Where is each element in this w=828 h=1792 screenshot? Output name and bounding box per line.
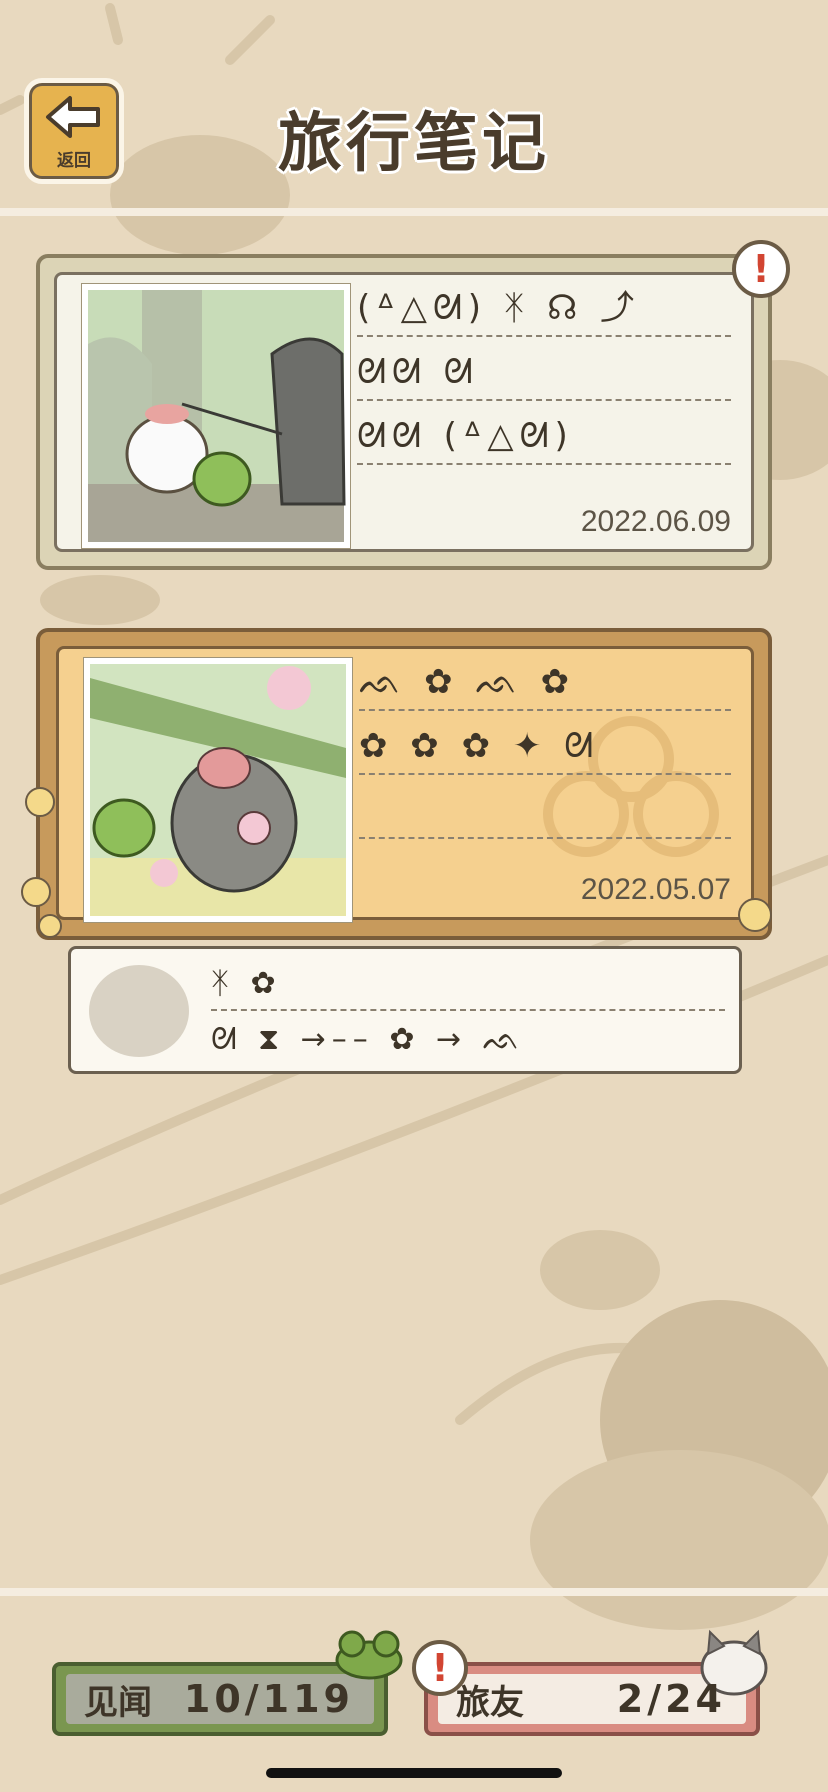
entry-message-line: ᘛᘛ ᘛ: [357, 345, 731, 401]
frog-icon: [335, 1630, 403, 1680]
tab-sightings-count: 10/119: [183, 1677, 354, 1721]
alert-icon: !: [732, 240, 790, 298]
page-title: 旅行笔记: [278, 107, 550, 181]
flower-decoration-icon: [738, 898, 772, 932]
entry-photo[interactable]: [83, 657, 353, 923]
footer-divider: [0, 1588, 828, 1596]
journal-entry-card[interactable]: (ᐞ△ᘛ) ᛡ ☊ ⤴ ᘛᘛ ᘛ ᘛᘛ (ᐞ△ᘛ) 2022.06.09: [36, 254, 772, 570]
journal-entry-card[interactable]: ᨒ ✿ ᨒ ✿ ✿ ✿ ✿ ✦ ᘛ 2022.05.07: [36, 628, 772, 940]
flower-decoration-icon: [21, 787, 62, 938]
tab-sightings-label: 见闻: [84, 1682, 152, 1723]
hamster-avatar: [89, 965, 189, 1057]
reply-message-card[interactable]: ᛡ ✿ ᘛ ⧗ →–– ✿ → ᨒ: [68, 946, 742, 1074]
entry-message-line: ᘛᘛ (ᐞ△ᘛ): [357, 409, 731, 465]
entry-date: 2022.06.09: [580, 505, 731, 538]
entry-message-line: ᨒ ✿ ᨒ ✿: [359, 655, 731, 711]
header-divider: [0, 208, 828, 216]
tab-friends-label: 旅友: [456, 1682, 524, 1723]
reply-message-line: ᛡ ✿: [211, 959, 725, 1011]
reply-message-line: ᘛ ⧗ →–– ✿ → ᨒ: [211, 1022, 527, 1057]
entry-photo[interactable]: [81, 283, 351, 549]
tab-friends-count: 2/24: [616, 1677, 726, 1721]
entry-message-line: [359, 783, 731, 839]
entry-message-line: ✿ ✿ ✿ ✦ ᘛ: [359, 719, 731, 775]
entry-message-line: (ᐞ△ᘛ) ᛡ ☊ ⤴: [357, 281, 731, 337]
entry-date: 2022.05.07: [580, 873, 731, 906]
home-indicator[interactable]: [266, 1768, 562, 1778]
